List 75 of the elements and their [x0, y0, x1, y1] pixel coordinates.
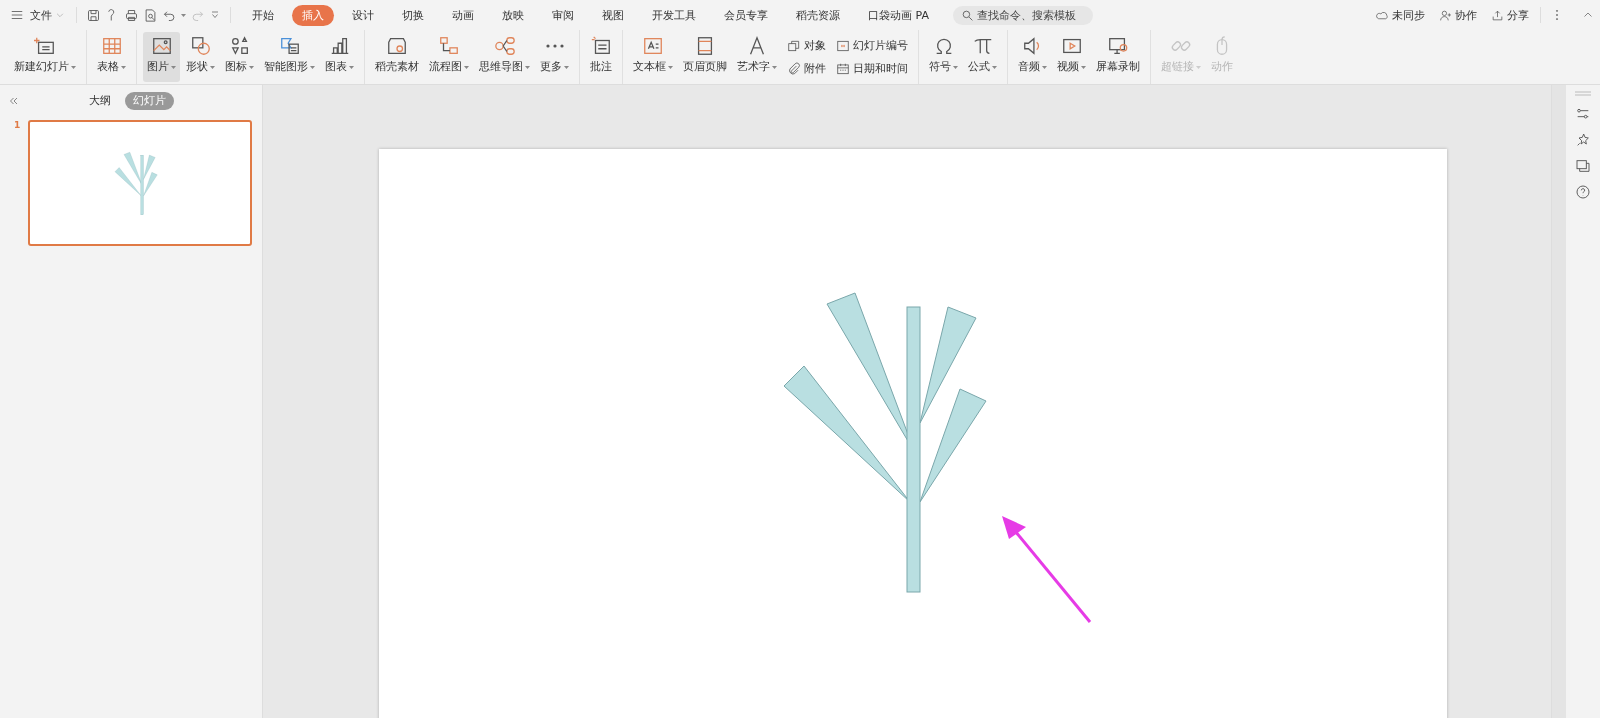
slide-number-icon	[836, 38, 850, 53]
ribbon-button[interactable]: 表格	[93, 32, 130, 82]
ribbon-button[interactable]: 日期和时间	[834, 60, 910, 77]
ribbon-button[interactable]: 更多	[536, 32, 573, 82]
ribbon-button[interactable]: 符号	[925, 32, 962, 82]
ribbon-button[interactable]: 思维导图	[475, 32, 534, 82]
ribbon-button[interactable]: 艺术字	[733, 32, 781, 82]
save-icon	[86, 7, 101, 23]
ribbon-button[interactable]: 幻灯片编号	[834, 37, 910, 54]
slide-number: 1	[14, 120, 22, 130]
menu-tab[interactable]: 动画	[442, 4, 484, 26]
ribbon-button[interactable]: 批注	[586, 32, 616, 82]
ribbon-button[interactable]: 图片	[143, 32, 180, 82]
shapes-icon	[189, 35, 212, 57]
comment-icon	[590, 35, 612, 57]
search-icon	[960, 8, 974, 22]
picture-icon	[150, 35, 173, 57]
toolbar-action[interactable]: 未同步	[1374, 5, 1427, 25]
star-icon	[1575, 132, 1591, 148]
smart-graphic-icon	[278, 35, 301, 57]
ribbon-button[interactable]: 形状	[182, 32, 219, 82]
chevron-down-icon	[55, 10, 65, 20]
mind-map-icon	[493, 35, 516, 57]
table-icon	[100, 35, 123, 57]
ribbon-button[interactable]: 公式	[964, 32, 1001, 82]
ribbon-button[interactable]: 新建幻灯片	[10, 32, 80, 82]
ribbon-button[interactable]: 屏幕录制	[1092, 32, 1144, 82]
tree-shape-drawing	[114, 152, 158, 215]
file-menu[interactable]: 文件	[28, 5, 67, 25]
calendar-icon	[836, 61, 850, 76]
slide-thumbnail[interactable]	[28, 120, 252, 246]
menu-tab[interactable]: 稻壳资源	[786, 4, 850, 26]
ribbon-button[interactable]: 文本框	[629, 32, 677, 82]
menu-tab[interactable]: 审阅	[542, 4, 584, 26]
text-box-icon	[642, 35, 664, 57]
panel-tab[interactable]: 大纲	[80, 92, 119, 110]
ribbon-button[interactable]: 页眉页脚	[679, 32, 731, 82]
menu-tab[interactable]: 放映	[492, 4, 534, 26]
search-field[interactable]: 查找命令、搜索模板	[952, 5, 1093, 25]
toolbar-action[interactable]: 分享	[1489, 5, 1531, 25]
screen-record-icon	[1107, 35, 1129, 57]
new-slide-icon	[34, 35, 56, 57]
flowchart-icon	[438, 35, 460, 57]
ribbon-button[interactable]: 流程图	[425, 32, 473, 82]
menu-tab[interactable]: 设计	[342, 4, 384, 26]
more-dots-icon	[545, 44, 564, 48]
share-icon	[1491, 8, 1504, 22]
menu-tab[interactable]: 口袋动画 PA	[858, 4, 939, 26]
ribbon-button[interactable]: 附件	[785, 60, 828, 77]
sliders-icon	[1575, 106, 1591, 122]
ribbon-button[interactable]: 图标	[221, 32, 258, 82]
menu-tab[interactable]: 切换	[392, 4, 434, 26]
paperclip-icon	[787, 61, 801, 76]
drag-handle-icon[interactable]	[1575, 91, 1591, 96]
ribbon-button[interactable]: 视频	[1053, 32, 1090, 82]
collapse-icon	[8, 95, 20, 107]
menu-tab[interactable]: 视图	[592, 4, 634, 26]
hamburger-icon	[10, 8, 24, 22]
person-add-icon	[1439, 8, 1452, 22]
ribbon-button[interactable]: 音频	[1014, 32, 1051, 82]
toolbar-action[interactable]: 协作	[1437, 5, 1479, 25]
menu-tab[interactable]: 开发工具	[642, 4, 706, 26]
help-icon	[1575, 184, 1591, 200]
ribbon-button[interactable]: 智能图形	[260, 32, 319, 82]
ribbon-button[interactable]: 对象	[785, 37, 828, 54]
menu-tab[interactable]: 会员专享	[714, 4, 778, 26]
customize-icon	[209, 9, 221, 21]
ribbon-button[interactable]: 图表	[321, 32, 358, 82]
print-preview-icon	[143, 7, 158, 23]
print-icon	[124, 7, 139, 23]
window-icon	[1575, 158, 1591, 174]
caret-icon	[181, 13, 186, 17]
ribbon-button[interactable]: 稻壳素材	[371, 32, 423, 82]
menu-tab[interactable]: 开始	[242, 4, 284, 26]
object-icon	[787, 38, 801, 53]
